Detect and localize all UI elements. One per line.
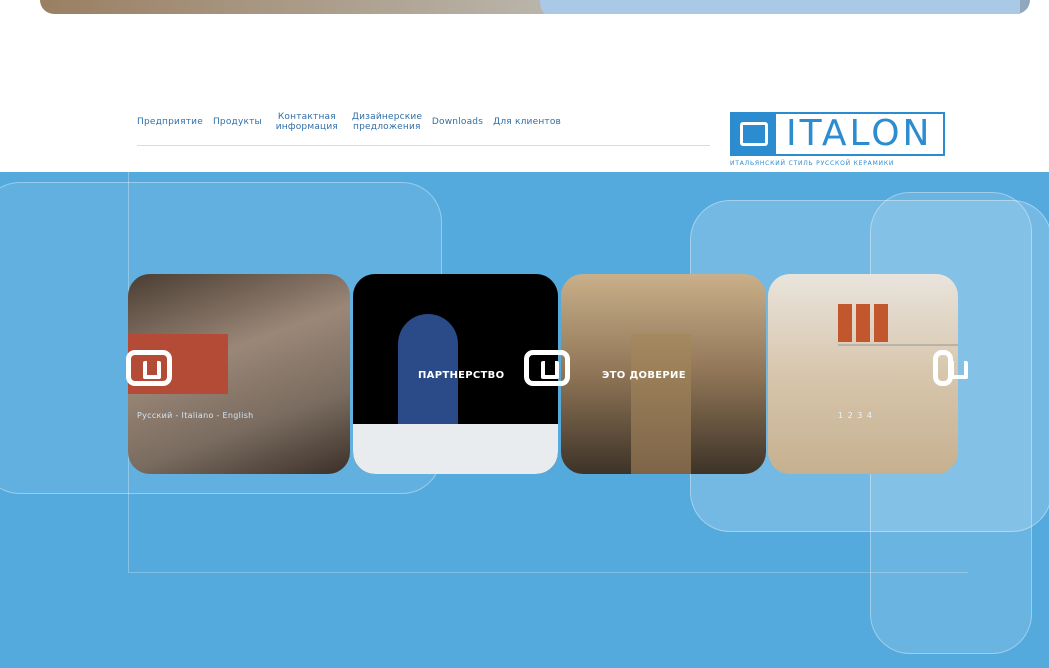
page-pagination[interactable]: 1 2 3 4 xyxy=(838,411,873,420)
nav-item-products[interactable]: Продукты xyxy=(213,117,262,127)
nav-item-company[interactable]: Предприятие xyxy=(137,117,203,127)
skaters-figure xyxy=(398,314,458,454)
logo-overlay-icon xyxy=(126,350,172,386)
logo-text: ITALON xyxy=(786,113,933,154)
carousel-caption-trust: ЭТО ДОВЕРИЕ xyxy=(602,370,686,381)
clothing-rack xyxy=(838,304,958,346)
footer-divider xyxy=(128,572,968,573)
nav-item-downloads[interactable]: Downloads xyxy=(432,117,483,127)
language-switcher[interactable]: Русский - Italiano - English xyxy=(137,411,254,420)
logo-overlay-icon xyxy=(933,350,968,386)
nav-divider xyxy=(137,145,710,146)
main-content: ПАРТНЕРСТВО ЭТО ДОВЕРИЕ xyxy=(0,172,1049,668)
logo-subtitle: ИТАЛЬЯНСКИЙ СТИЛЬ РУССКОЙ КЕРАМИКИ xyxy=(730,160,895,167)
carousel-caption-partnership: ПАРТНЕРСТВО xyxy=(418,370,505,381)
logo-overlay-icon xyxy=(524,350,570,386)
italon-logo[interactable]: ITALON xyxy=(730,112,945,156)
main-nav: Предприятие Продукты Контактная информац… xyxy=(137,112,561,132)
nav-item-design[interactable]: Дизайнерские предложения xyxy=(352,112,422,132)
nav-item-contacts[interactable]: Контактная информация xyxy=(272,112,342,132)
carousel-photo-showroom[interactable] xyxy=(768,274,958,474)
nav-item-clients[interactable]: Для клиентов xyxy=(493,117,561,127)
logo-mark-icon xyxy=(732,114,776,154)
